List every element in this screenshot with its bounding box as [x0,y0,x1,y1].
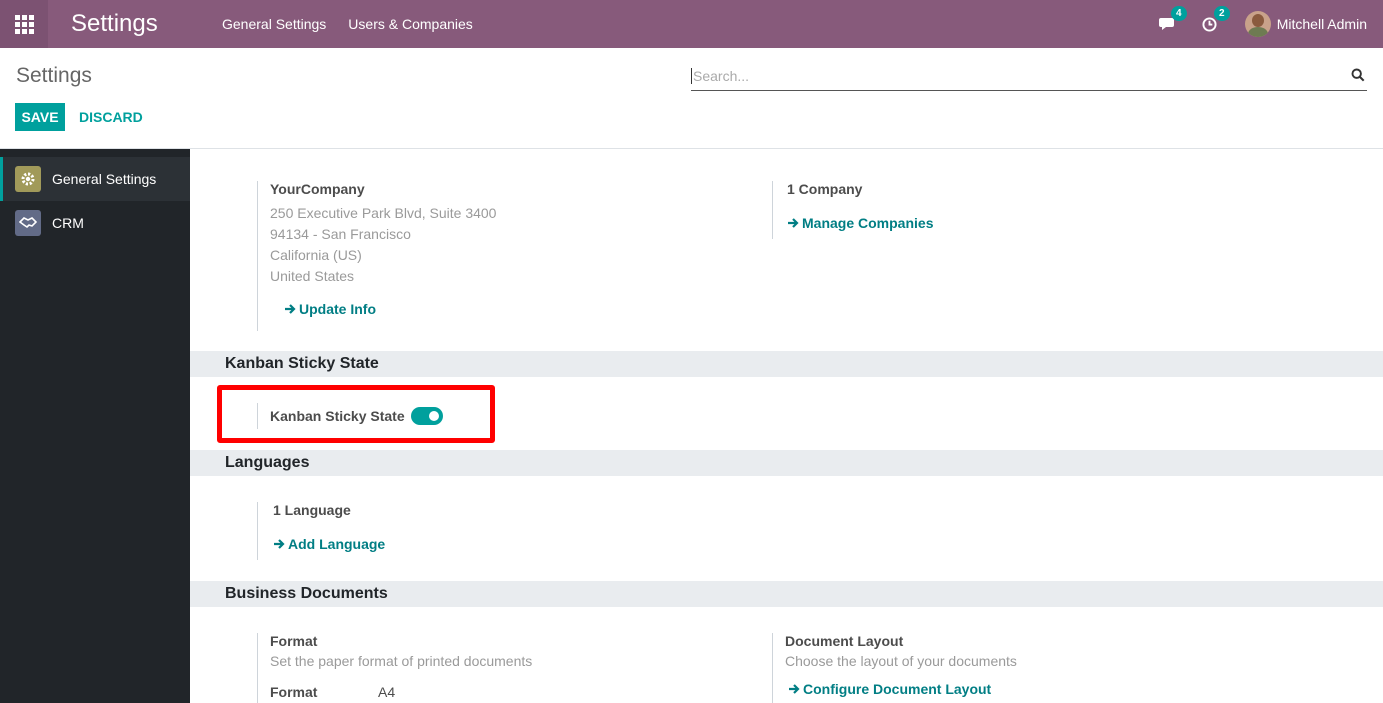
companies-count: 1 Company [787,181,863,197]
company-info-box: YourCompany 250 Executive Park Blvd, Sui… [257,181,557,331]
section-header-languages: Languages [190,450,1383,476]
document-layout-box: Document Layout Choose the layout of you… [772,633,1132,703]
companies-count-box: 1 Company Manage Companies [772,181,1072,239]
format-select[interactable]: A4 [378,684,395,700]
user-name: Mitchell Admin [1276,16,1367,32]
languages-count: 1 Language [273,502,351,518]
company-address-line: California (US) [270,247,362,263]
update-info-link[interactable]: Update Info [284,301,557,317]
handshake-icon [15,210,41,236]
app-title: Settings [71,10,158,37]
breadcrumb: Settings [16,64,92,87]
document-layout-title: Document Layout [785,633,904,649]
company-name: YourCompany [270,181,365,197]
company-address-line: 94134 - San Francisco [270,226,411,242]
arrow-right-icon [789,684,800,694]
sidebar-item-label: General Settings [52,171,157,187]
avatar [1244,11,1271,37]
configure-document-layout-label: Configure Document Layout [803,681,992,697]
arrow-right-icon [285,304,296,314]
user-menu[interactable]: Mitchell Admin [1244,11,1367,37]
messaging-menu[interactable]: 4 [1158,6,1187,34]
apps-menu-button[interactable] [0,0,48,48]
format-field-label: Format [270,684,318,700]
arrow-right-icon [788,218,799,228]
menu-users-companies[interactable]: Users & Companies [348,16,473,32]
search-bar [691,62,1367,91]
languages-box: 1 Language Add Language [257,502,557,560]
save-button[interactable]: SAVE [15,103,65,131]
control-panel: Settings SAVE DISCARD [0,48,1383,149]
activity-menu[interactable]: 2 [1202,6,1230,34]
settings-sidebar: General Settings CRM [0,149,190,703]
section-header-kanban: Kanban Sticky State [190,351,1383,377]
activities-badge: 2 [1213,6,1230,21]
format-box: Format Set the paper format of printed d… [257,633,617,703]
gear-icon [15,166,41,192]
messages-badge: 4 [1170,6,1187,21]
update-info-label: Update Info [299,301,376,317]
format-title: Format [270,633,318,649]
arrow-right-icon [274,539,285,549]
sidebar-item-crm[interactable]: CRM [0,201,190,245]
settings-content: YourCompany 250 Executive Park Blvd, Sui… [190,149,1383,703]
search-input[interactable] [691,68,1341,84]
add-language-link[interactable]: Add Language [273,536,557,552]
manage-companies-label: Manage Companies [802,215,934,231]
company-address-line: United States [270,268,355,284]
menu-general-settings[interactable]: General Settings [222,16,326,32]
section-header-business-documents: Business Documents [190,581,1383,607]
company-address-line: 250 Executive Park Blvd, Suite 3400 [270,205,497,221]
grid-icon [14,14,34,34]
configure-document-layout-link[interactable]: Configure Document Layout [788,681,1132,697]
add-language-label: Add Language [288,536,386,552]
document-layout-description: Choose the layout of your documents [785,653,1017,669]
sidebar-item-label: CRM [52,215,84,231]
discard-button[interactable]: DISCARD [79,103,143,131]
format-description: Set the paper format of printed document… [270,653,533,669]
clock-icon [1202,16,1217,32]
manage-companies-link[interactable]: Manage Companies [787,215,1072,231]
search-icon[interactable] [1351,68,1365,82]
highlight-box [217,385,495,443]
top-navbar: Settings General Settings Users & Compan… [0,0,1383,48]
sidebar-item-general-settings[interactable]: General Settings [0,157,190,201]
